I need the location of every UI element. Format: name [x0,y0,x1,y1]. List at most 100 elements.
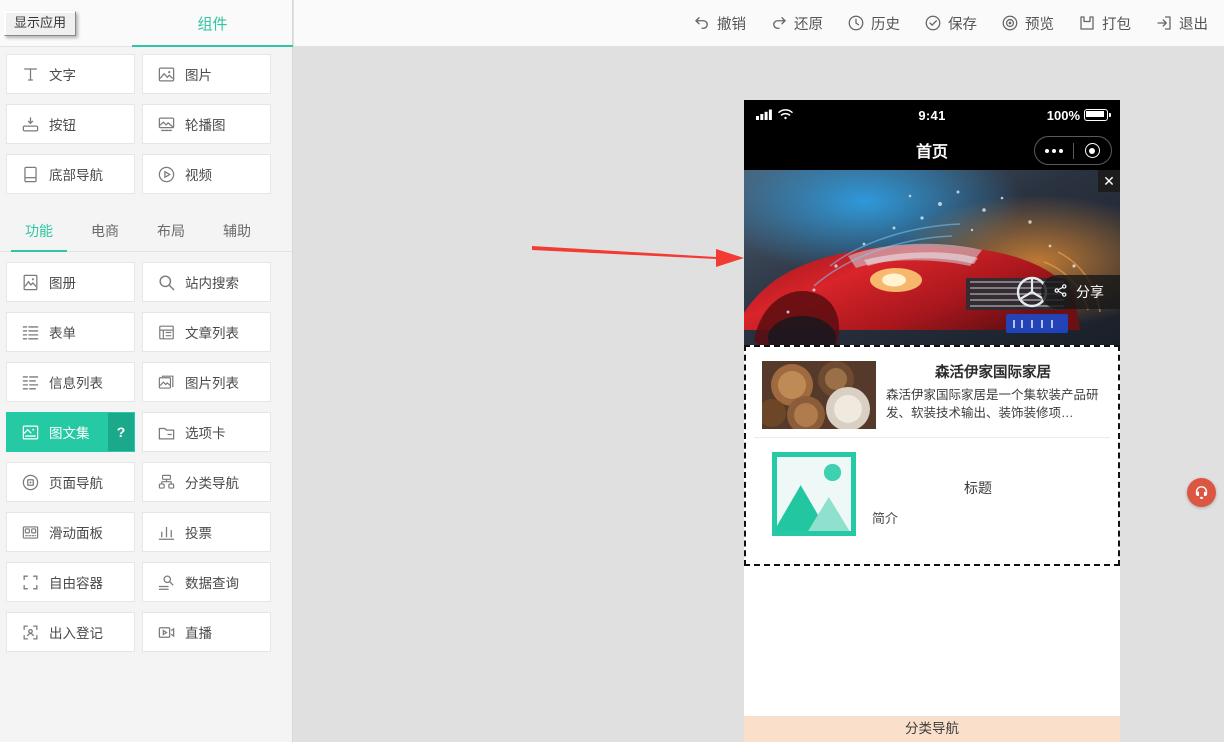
tab-layout[interactable]: 布局 [138,221,204,251]
feature-components-grid: 图册 站内搜索 表单 文章列表 信息列表 图片列表 图文集 ? 选项卡 页面导航… [0,252,292,662]
component-label: 图文集 [49,426,90,441]
component-label: 出入登记 [49,626,103,641]
share-button[interactable]: 分享 [1041,275,1120,309]
component-item-site-search[interactable]: 站内搜索 [142,262,271,302]
component-item-free-container[interactable]: 自由容器 [6,562,135,602]
preview-icon [1001,14,1019,32]
battery-icon [1084,109,1112,121]
history-button[interactable]: 历史 [847,13,900,34]
component-label: 选项卡 [185,426,226,441]
phone-preview: 9:41 100% 首页 ✕ 分享 森活伊家国际家居 森活伊家国际家居是一个集软… [744,100,1120,742]
toolbar-label: 保存 [948,16,977,33]
component-label: 底部导航 [49,168,103,183]
component-item-vote[interactable]: 投票 [142,512,271,552]
article-title: 森活伊家国际家居 [935,365,1051,381]
package-button[interactable]: 打包 [1078,13,1131,34]
panel-header: 显示应用 组件 [0,0,293,47]
slide-panel-icon [13,512,47,552]
save-button[interactable]: 保存 [924,13,977,34]
article-text: 森活伊家国际家居 森活伊家国际家居是一个集软装产品研发、软装技术输出、装饰装修项… [876,361,1100,429]
component-item-image-list[interactable]: 图片列表 [142,362,271,402]
data-query-icon [149,562,183,602]
components-panel: 显示应用 组件 文字 图片 按钮 轮播图 底部导航 视频 功能 电商 布局 辅助… [0,0,293,742]
undo-icon [693,14,711,32]
share-label: 分享 [1076,284,1104,300]
wechat-capsule[interactable] [1034,136,1112,165]
video-icon [149,154,183,194]
save-icon [924,14,942,32]
component-item-checkin[interactable]: 出入登记 [6,612,135,652]
customer-service-button[interactable] [1187,478,1216,507]
bottom-nav-icon [13,154,47,194]
component-item-image[interactable]: 图片 [142,54,271,94]
live-icon [149,612,183,652]
close-icon[interactable]: ✕ [1098,170,1120,192]
component-item-article-list[interactable]: 文章列表 [142,312,271,352]
history-icon [847,14,865,32]
show-app-button[interactable]: 显示应用 [4,11,77,36]
banner-image[interactable]: ✕ 分享 [744,170,1120,345]
component-label: 自由容器 [49,576,103,591]
component-item-gallery[interactable]: 图文集 ? [6,412,135,452]
component-label: 图册 [49,276,76,291]
status-right: 100% [946,108,1112,123]
album-icon [13,262,47,302]
redo-button[interactable]: 还原 [770,13,823,34]
annotation-arrow [530,238,746,277]
toolbar-label: 打包 [1102,16,1131,33]
phone-page-title: 首页 [915,144,948,161]
info-list-icon [13,362,47,402]
component-item-page-nav[interactable]: 页面导航 [6,462,135,502]
redo-icon [770,14,788,32]
selected-component-gallery[interactable]: 森活伊家国际家居 森活伊家国际家居是一个集软装产品研发、软装技术输出、装饰装修项… [744,345,1120,566]
component-item-button[interactable]: 按钮 [6,104,135,144]
component-label: 站内搜索 [185,276,239,291]
component-item-video[interactable]: 视频 [142,154,271,194]
component-label: 分类导航 [185,476,239,491]
component-item-live[interactable]: 直播 [142,612,271,652]
component-label: 轮播图 [185,118,226,133]
component-item-carousel[interactable]: 轮播图 [142,104,271,144]
exit-button[interactable]: 退出 [1155,13,1208,34]
component-label: 投票 [185,526,212,541]
tab-assist[interactable]: 辅助 [204,221,270,251]
phone-nav-bar: 首页 [744,130,1120,170]
close-circle-icon[interactable] [1074,143,1112,158]
category-nav-bar[interactable]: 分类导航 [744,716,1120,742]
phone-status-bar: 9:41 100% [744,100,1120,130]
component-item-form[interactable]: 表单 [6,312,135,352]
component-item-bottom-nav[interactable]: 底部导航 [6,154,135,194]
tab-components[interactable]: 组件 [132,0,293,47]
component-item-info-list[interactable]: 信息列表 [6,362,135,402]
tab-function[interactable]: 功能 [6,221,72,252]
component-item-data-query[interactable]: 数据查询 [142,562,271,602]
toolbar-label: 历史 [871,16,900,33]
article-card[interactable]: 森活伊家国际家居 森活伊家国际家居是一个集软装产品研发、软装技术输出、装饰装修项… [754,353,1110,438]
tab-ecommerce[interactable]: 电商 [72,221,138,251]
component-item-tabs[interactable]: 选项卡 [142,412,271,452]
component-item-album[interactable]: 图册 [6,262,135,302]
editor-toolbar: 撤销 还原 历史 保存 预览 打包 退出 [294,0,1224,47]
app-root: 显示应用 组件 文字 图片 按钮 轮播图 底部导航 视频 功能 电商 布局 辅助… [0,0,1224,742]
component-label: 表单 [49,326,76,341]
help-badge[interactable]: ? [108,413,134,451]
package-icon [1078,14,1096,32]
placeholder-card[interactable]: 标题 简介 [754,438,1110,554]
status-time: 9:41 [918,107,946,123]
image-icon [149,54,183,94]
category-nav-icon [149,462,183,502]
undo-button[interactable]: 撤销 [693,13,746,34]
component-item-slide-panel[interactable]: 滑动面板 [6,512,135,552]
component-label: 按钮 [49,118,76,133]
more-icon[interactable] [1035,148,1073,153]
component-item-text[interactable]: 文字 [6,54,135,94]
preview-button[interactable]: 预览 [1001,13,1054,34]
button-icon [13,104,47,144]
component-item-category-nav[interactable]: 分类导航 [142,462,271,502]
placeholder-subtitle: 简介 [872,511,899,526]
base-components-grid: 文字 图片 按钮 轮播图 底部导航 视频 [0,47,292,204]
exit-icon [1155,14,1173,32]
vote-icon [149,512,183,552]
component-label: 页面导航 [49,476,103,491]
page-nav-icon [13,462,47,502]
